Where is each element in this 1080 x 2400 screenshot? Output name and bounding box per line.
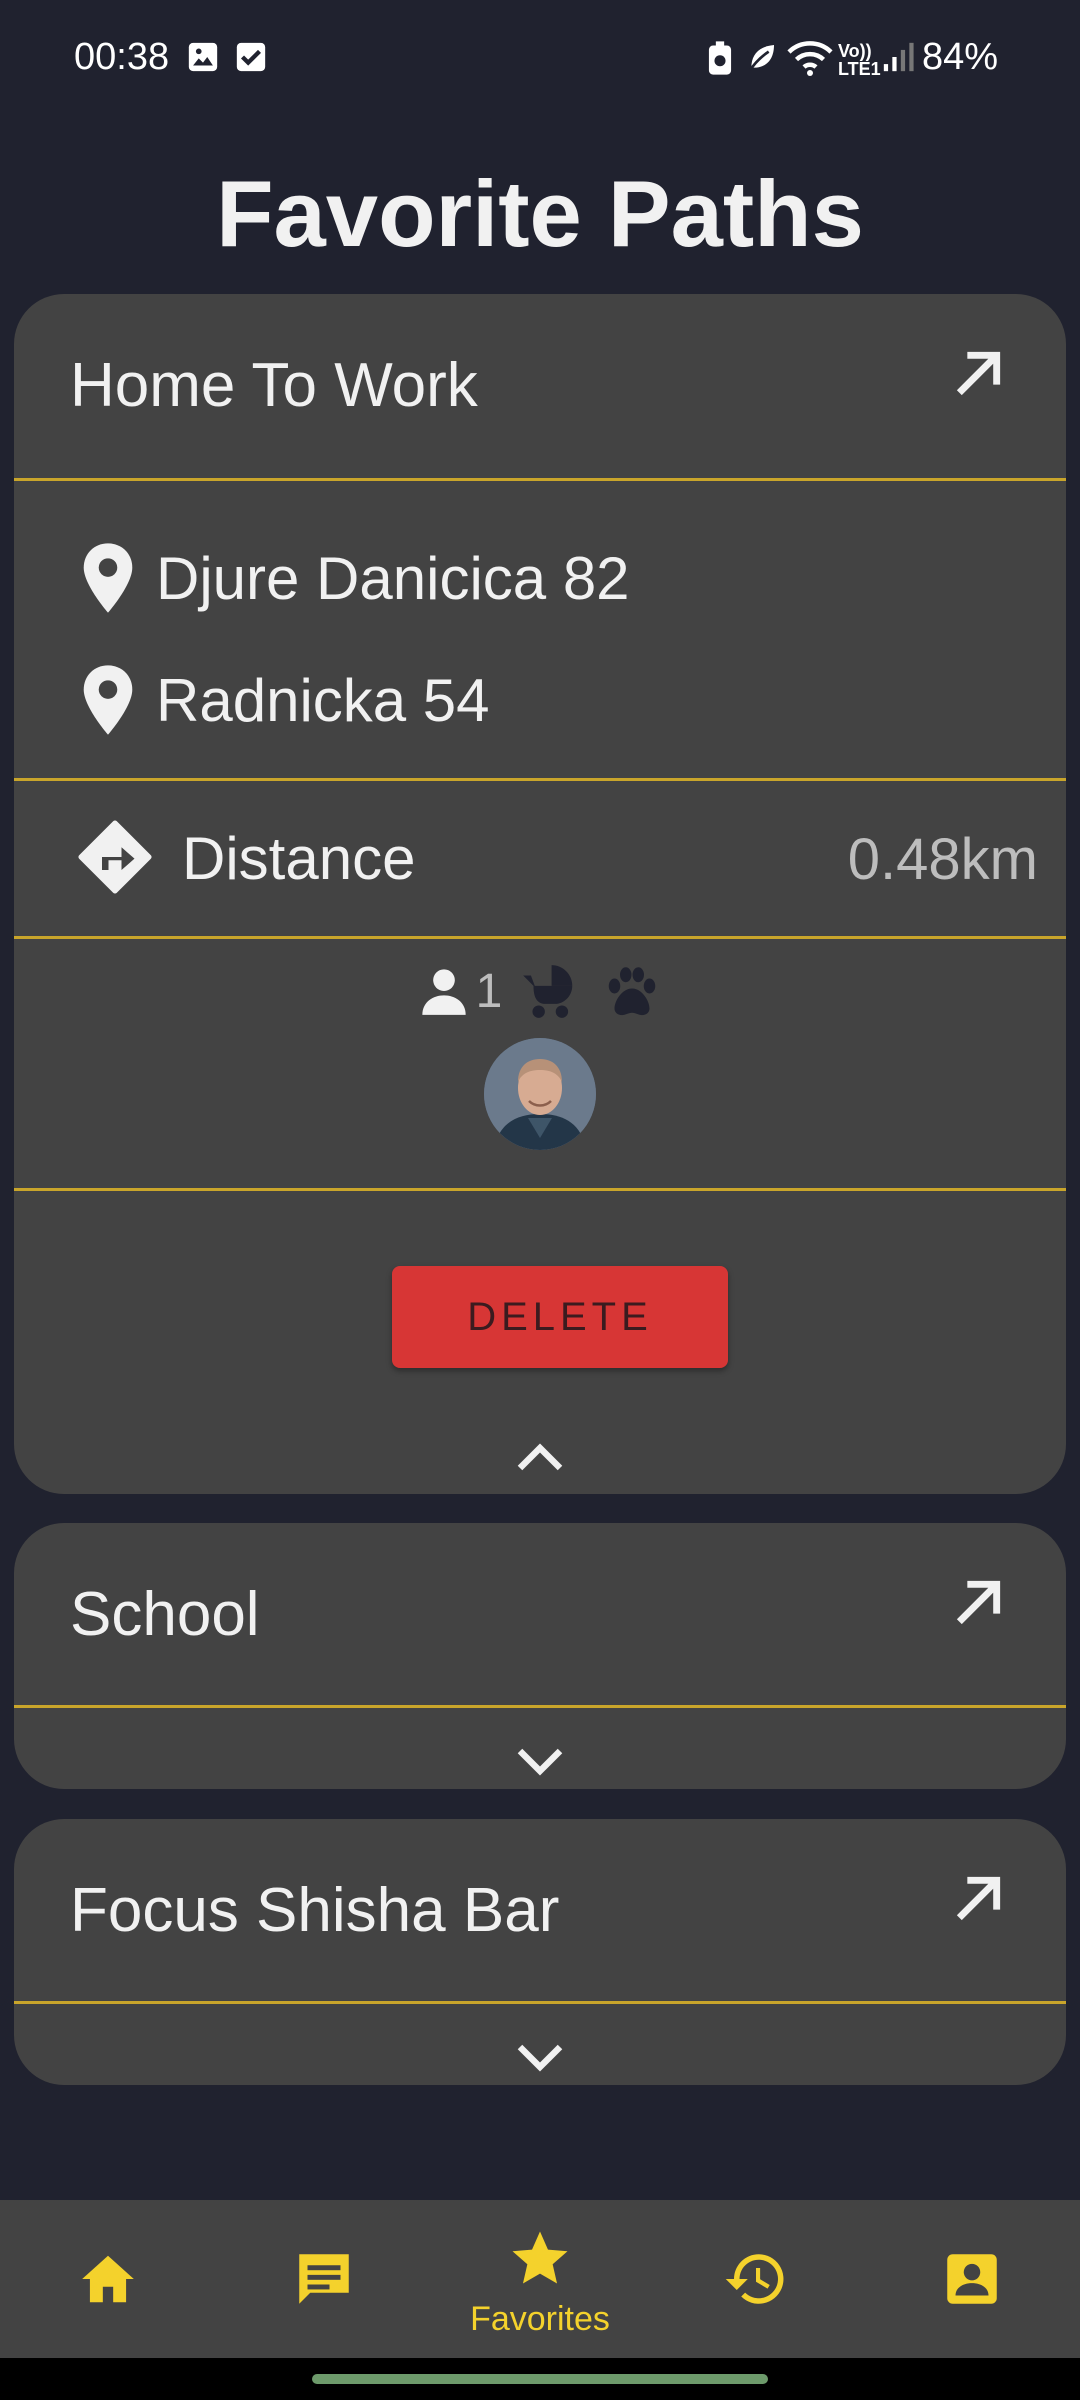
path-card-focus-shisha-bar: Focus Shisha Bar [14,1819,1066,2085]
star-icon [512,2231,568,2284]
passenger-info: 1 [14,956,1066,1026]
nav-favorites-label: Favorites [470,2300,610,2338]
page-title: Favorite Paths [216,161,864,266]
divider [14,778,1066,781]
nav-home[interactable] [8,2200,208,2358]
chevron-up-icon[interactable] [516,1442,564,1472]
signal-icon [883,42,914,72]
open-arrow-icon[interactable] [946,1571,1010,1635]
chevron-down-icon[interactable] [516,2043,564,2073]
destination-address: Radnicka 54 [156,666,490,734]
card-header[interactable]: Home To Work [14,294,1066,480]
nav-favorites[interactable]: Favorites [440,2200,640,2358]
status-bar: 00:38 Vo)) LTE1 84% [0,0,1080,120]
chat-icon [299,2254,349,2304]
distance-label: Distance [182,825,416,892]
pet-paw-icon [609,967,656,1016]
divider [14,1188,1066,1191]
battery-percent: 84% [921,36,998,78]
chevron-down-icon[interactable] [516,1747,564,1777]
account-box-icon [947,2254,997,2304]
avatar-photo [484,1038,596,1150]
delete-button[interactable]: DELETE [392,1266,728,1368]
open-arrow-icon[interactable] [946,1867,1010,1931]
directions-icon [78,820,152,894]
card-header[interactable]: Focus Shisha Bar [14,1819,1066,2005]
origin-row: Djure Danicica 82 [80,538,630,618]
open-arrow-icon[interactable] [946,342,1010,406]
divider [14,478,1066,481]
location-pin-icon [83,665,133,735]
system-navigation-bar [0,2358,1080,2400]
nav-history[interactable] [656,2200,856,2358]
path-card-school: School [14,1523,1066,1789]
avatar[interactable] [484,1038,596,1150]
divider [14,936,1066,939]
origin-address: Djure Danicica 82 [156,544,630,612]
home-indicator[interactable] [312,2374,768,2384]
home-icon [82,2255,134,2303]
passenger-count: 1 [475,964,503,1018]
history-icon [725,2254,784,2304]
nav-profile[interactable] [872,2200,1072,2358]
card-title: Home To Work [70,351,478,420]
destination-row: Radnicka 54 [80,660,490,740]
status-time: 00:38 [74,36,170,78]
divider [14,2001,1066,2004]
stroller-icon [523,965,573,1018]
eco-leaf-icon [748,45,774,72]
divider [14,1705,1066,1708]
person-icon [421,969,466,1015]
wifi-icon [787,41,833,76]
card-title: School [70,1580,260,1649]
distance-value: 0.48km [847,827,1038,892]
card-title: Focus Shisha Bar [70,1876,560,1945]
battery-saver-icon [708,41,732,75]
nav-messages[interactable] [224,2200,424,2358]
checkbox-notification-icon [236,42,266,72]
gallery-notification-icon [188,42,218,72]
volte-label: Vo)) LTE1 [838,41,881,79]
location-pin-icon [83,543,133,613]
card-header[interactable]: School [14,1523,1066,1709]
path-card-home-to-work: Home To Work Djure Danicica 82 Radnicka … [14,294,1066,1494]
bottom-navigation: Favorites [0,2200,1080,2358]
